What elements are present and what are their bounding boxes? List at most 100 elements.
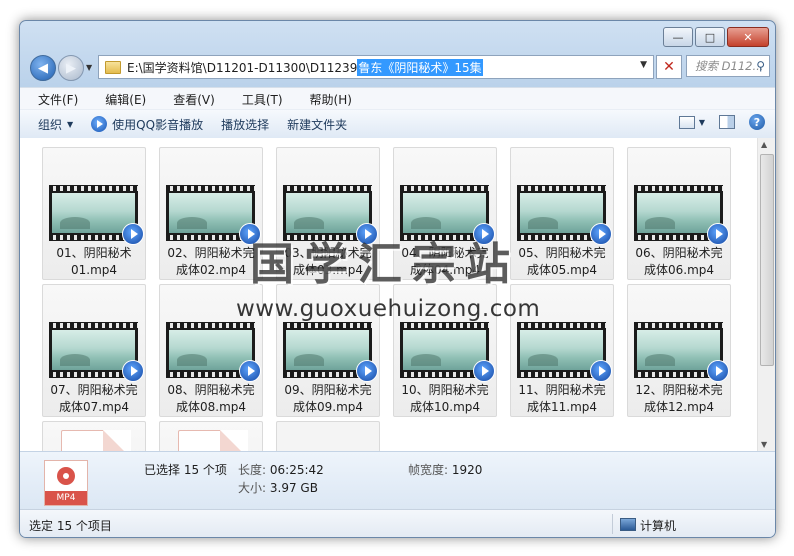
qq-player-badge-icon xyxy=(473,360,495,382)
file-name: 12、阴阳秘术完 成体12.mp4 xyxy=(635,383,723,414)
play-with-qq-button[interactable]: 使用QQ影音播放 xyxy=(91,116,203,133)
size-detail: 大小: 3.97 GB xyxy=(238,481,318,495)
file-name: 08、阴阳秘术完 成体08.mp4 xyxy=(167,383,255,414)
help-icon[interactable]: ? xyxy=(749,114,765,130)
file-name: 03、阴阳秘术完 成体03.mp4 xyxy=(284,246,372,277)
qq-player-badge-icon xyxy=(122,223,144,245)
qq-player-badge-icon xyxy=(590,223,612,245)
qq-player-badge-icon xyxy=(707,360,729,382)
qq-player-badge-icon xyxy=(707,223,729,245)
chevron-down-icon: ▼ xyxy=(67,119,74,129)
file-name: 11、阴阳秘术完 成体11.mp4 xyxy=(518,383,606,414)
qq-player-badge-icon xyxy=(122,360,144,382)
search-placeholder: 搜索 D112... xyxy=(695,59,764,73)
forward-button[interactable]: ▶ xyxy=(58,55,84,81)
file-item[interactable]: 04、阴阳秘术完 成体04.mp4 xyxy=(393,147,497,280)
file-name: 07、阴阳秘术完 成体07.mp4 xyxy=(50,383,138,414)
search-icon[interactable]: ⚲ xyxy=(756,59,765,73)
menu-view[interactable]: 查看(V) xyxy=(164,91,224,108)
status-selection-text: 选定 15 个项目 xyxy=(29,519,112,533)
minimize-button[interactable]: — xyxy=(663,27,693,47)
file-name: 10、阴阳秘术完 成体10.mp4 xyxy=(401,383,489,414)
menu-bar: 文件(F) 编辑(E) 查看(V) 工具(T) 帮助(H) xyxy=(20,87,775,110)
file-item[interactable] xyxy=(159,421,263,451)
frame-width-detail: 帧宽度: 1920 xyxy=(408,463,483,477)
new-folder-label: 新建文件夹 xyxy=(287,117,348,132)
preview-pane-icon[interactable] xyxy=(719,115,735,129)
maximize-button[interactable]: □ xyxy=(695,27,725,47)
status-location-text: 计算机 xyxy=(640,519,677,533)
view-chevron-down-icon[interactable]: ▼ xyxy=(699,118,705,127)
file-item[interactable]: 02、阴阳秘术完 成体02.mp4 xyxy=(159,147,263,280)
back-button[interactable]: ◀ xyxy=(30,55,56,81)
address-selected-text: 鲁东《阴阳秘术》15集 xyxy=(357,58,483,76)
arrow-left-icon: ◀ xyxy=(38,60,48,76)
length-detail: 长度: 06:25:42 xyxy=(238,463,324,477)
file-name: 02、阴阳秘术完 成体02.mp4 xyxy=(167,246,255,277)
file-item[interactable]: 06、阴阳秘术完 成体06.mp4 xyxy=(627,147,731,280)
qq-player-badge-icon xyxy=(356,223,378,245)
scrollbar-thumb[interactable] xyxy=(760,154,774,366)
file-item[interactable]: 12、阴阳秘术完 成体12.mp4 xyxy=(627,284,731,417)
vertical-scrollbar[interactable]: ▲ ▼ xyxy=(757,138,775,451)
play-selection-button[interactable]: 播放选择 xyxy=(221,116,269,133)
video-file-icon xyxy=(178,430,248,451)
video-file-icon xyxy=(61,430,131,451)
play-selection-label: 播放选择 xyxy=(221,117,270,132)
new-folder-button[interactable]: 新建文件夹 xyxy=(287,116,347,133)
mp4-file-icon: MP4 xyxy=(44,460,88,506)
file-grid: 01、阴阳秘术 01.mp4 02、阴阳秘术完 成体02.mp4 03、阴阳秘术完成… xyxy=(42,147,732,451)
address-clear-button[interactable]: ✕ xyxy=(656,55,682,79)
status-separator xyxy=(612,514,613,534)
file-item[interactable]: 10、阴阳秘术完 成体10.mp4 xyxy=(393,284,497,417)
selection-count: 已选择 15 个项 xyxy=(144,463,227,477)
menu-edit[interactable]: 编辑(E) xyxy=(96,91,155,108)
explorer-window: — □ ✕ ◀ ▶ ▼ E:\国学资料馆\D11201-D11300\D1123… xyxy=(19,20,776,538)
file-item[interactable]: 11、阴阳秘术完 成体11.mp4 xyxy=(510,284,614,417)
change-view-icon[interactable] xyxy=(678,115,695,129)
file-item[interactable] xyxy=(42,421,146,451)
scroll-down-icon[interactable]: ▼ xyxy=(761,440,767,449)
scroll-up-icon[interactable]: ▲ xyxy=(761,140,767,149)
file-item[interactable]: 08、阴阳秘术完 成体08.mp4 xyxy=(159,284,263,417)
qq-player-badge-icon xyxy=(473,223,495,245)
address-path: E:\国学资料馆\D11201-D11300\D11239 xyxy=(127,60,358,75)
organize-button[interactable]: 组织 ▼ xyxy=(38,116,73,133)
file-item[interactable]: 01、阴阳秘术 01.mp4 xyxy=(42,147,146,280)
arrow-right-icon: ▶ xyxy=(66,60,76,76)
file-item[interactable]: 03、阴阳秘术完 成体03.mp4 xyxy=(276,147,380,280)
file-name: 09、阴阳秘术完 成体09.mp4 xyxy=(284,383,372,414)
file-name: 04、阴阳秘术完 成体04.mp4 xyxy=(401,246,489,277)
menu-file[interactable]: 文件(F) xyxy=(29,91,87,108)
search-input[interactable]: 搜索 D112... ⚲ xyxy=(686,55,770,77)
computer-icon xyxy=(620,518,636,531)
close-button[interactable]: ✕ xyxy=(727,27,769,47)
play-with-qq-label: 使用QQ影音播放 xyxy=(112,117,204,132)
file-name: 06、阴阳秘术完 成体06.mp4 xyxy=(635,246,723,277)
file-list-pane[interactable]: 01、阴阳秘术 01.mp4 02、阴阳秘术完 成体02.mp4 03、阴阳秘术完成… xyxy=(20,138,775,451)
mp4-tag: MP4 xyxy=(45,491,87,505)
file-item[interactable]: 07、阴阳秘术完 成体07.mp4 xyxy=(42,284,146,417)
history-dropdown-button[interactable]: ▼ xyxy=(86,63,92,72)
command-toolbar: 组织 ▼ 使用QQ影音播放 播放选择 新建文件夹 ▼ ? xyxy=(20,109,775,139)
qq-player-icon xyxy=(91,116,108,132)
window-controls: — □ ✕ xyxy=(663,27,769,47)
folder-icon xyxy=(105,60,121,74)
qq-player-badge-icon xyxy=(239,223,261,245)
address-bar[interactable]: E:\国学资料馆\D11201-D11300\D11239 鲁东《阴阳秘术》15… xyxy=(98,55,654,79)
file-item[interactable]: 05、阴阳秘术完 成体05.mp4 xyxy=(510,147,614,280)
address-dropdown-button[interactable]: ▼ xyxy=(640,60,647,70)
qq-player-badge-icon xyxy=(356,360,378,382)
toolbar-right: ▼ ? xyxy=(678,114,765,130)
navigation-row: ◀ ▶ ▼ E:\国学资料馆\D11201-D11300\D11239 鲁东《阴… xyxy=(26,55,770,81)
details-pane: MP4 已选择 15 个项 长度: 06:25:42 大小: 3.97 GB 帧… xyxy=(20,451,775,510)
file-item[interactable] xyxy=(276,421,380,451)
file-name: 05、阴阳秘术完 成体05.mp4 xyxy=(518,246,606,277)
status-bar: 选定 15 个项目 计算机 xyxy=(20,509,775,537)
file-item[interactable]: 09、阴阳秘术完 成体09.mp4 xyxy=(276,284,380,417)
file-name: 01、阴阳秘术 01.mp4 xyxy=(56,246,132,277)
qq-player-badge-icon xyxy=(239,360,261,382)
menu-help[interactable]: 帮助(H) xyxy=(301,91,361,108)
menu-tools[interactable]: 工具(T) xyxy=(233,91,292,108)
qq-player-badge-icon xyxy=(590,360,612,382)
